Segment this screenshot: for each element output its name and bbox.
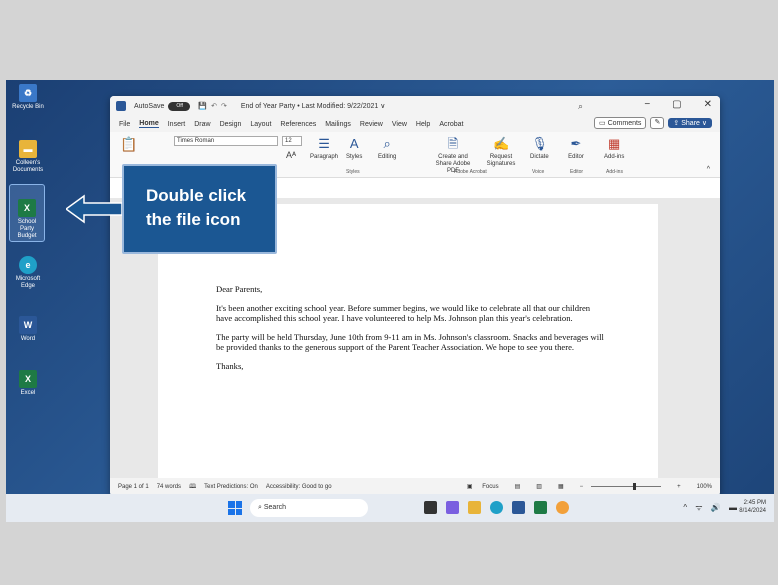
font-name-field[interactable]: Times Roman <box>174 136 278 146</box>
title-bar: AutoSave Off 💾↶↷ End of Year Party • Las… <box>110 96 720 116</box>
collapse-ribbon-icon[interactable]: ^ <box>707 166 710 173</box>
accessibility-status[interactable]: Accessibility: Good to go <box>266 484 332 490</box>
tab-review[interactable]: Review <box>360 121 383 128</box>
desktop: ♻ Recycle Bin ▬ Colleen's Documents X Sc… <box>6 80 774 522</box>
desktop-icon-recycle-bin[interactable]: ♻ Recycle Bin <box>10 84 46 111</box>
desktop-icon-excel[interactable]: X Excel <box>10 370 46 397</box>
desktop-icon-school-party-budget[interactable]: X School Party Budget <box>9 184 45 242</box>
desktop-icon-edge[interactable]: e Microsoft Edge <box>10 256 46 290</box>
quick-access-icons[interactable]: 💾↶↷ <box>198 102 230 110</box>
proofing-icon[interactable]: 🕮 <box>189 482 196 492</box>
search-icon[interactable]: ⌕ <box>578 101 583 112</box>
tab-design[interactable]: Design <box>220 121 242 128</box>
start-button-windows-icon[interactable] <box>228 501 242 515</box>
clock[interactable]: 2:45 PM 8/14/2024 <box>739 499 766 515</box>
close-icon[interactable]: ✕ <box>704 99 712 110</box>
print-layout-icon[interactable]: ▥ <box>536 483 542 490</box>
text-predictions[interactable]: Text Predictions: On <box>204 484 258 490</box>
focus-button[interactable]: ▣ Focus <box>467 483 499 490</box>
addins-button[interactable]: ▦ Add-ins <box>604 136 624 161</box>
desktop-icon-word[interactable]: W Word <box>10 316 46 343</box>
editor-pen-icon: ✒ <box>570 136 582 151</box>
group-label-styles: Styles <box>346 169 360 175</box>
recycle-bin-icon: ♻ <box>19 84 37 102</box>
copilot-icon[interactable] <box>446 501 459 514</box>
callout-arrow-icon <box>66 194 122 224</box>
task-view-icon[interactable] <box>424 501 437 514</box>
paragraph-2: The party will be held Thursday, June 10… <box>216 332 604 352</box>
request-signatures-button[interactable]: ✍ Request Signatures <box>482 136 520 168</box>
zoom-out-icon[interactable]: − <box>580 484 584 490</box>
minimize-icon[interactable]: − <box>644 99 650 110</box>
excel-file-icon: X <box>18 199 36 217</box>
editing-mode-button[interactable]: ✎ <box>650 117 665 129</box>
tab-references[interactable]: References <box>280 121 316 128</box>
word-window: AutoSave Off 💾↶↷ End of Year Party • Las… <box>110 96 720 496</box>
read-mode-icon[interactable]: ▤ <box>515 483 521 490</box>
web-layout-icon[interactable]: ▦ <box>558 483 564 490</box>
tab-acrobat[interactable]: Acrobat <box>439 121 463 128</box>
menu-bar: File Home Insert Draw Design Layout Refe… <box>110 116 720 132</box>
zoom-in-icon[interactable]: + <box>677 484 681 490</box>
paragraph-1: It's been another exciting school year. … <box>216 303 591 323</box>
system-tray[interactable]: ^ ᯤ 🔊 ▬ <box>683 502 740 513</box>
paragraph-button[interactable]: ☰ Paragraph <box>310 136 338 161</box>
font-size-field[interactable]: 12 <box>282 136 302 146</box>
styles-icon: A <box>349 136 359 151</box>
document-title[interactable]: End of Year Party • Last Modified: 9/22/… <box>241 102 386 110</box>
zoom-level[interactable]: 100% <box>697 484 712 490</box>
page-count[interactable]: Page 1 of 1 <box>118 484 149 490</box>
share-button[interactable]: ⇪ Share ∨ <box>668 118 712 128</box>
excel-icon: X <box>19 370 37 388</box>
file-explorer-icon[interactable] <box>468 501 481 514</box>
instruction-callout: Double click the file icon <box>122 164 277 254</box>
zoom-slider[interactable] <box>591 483 662 490</box>
edge-icon[interactable] <box>490 501 503 514</box>
tab-layout[interactable]: Layout <box>250 121 271 128</box>
maximize-icon[interactable]: ▢ <box>672 99 681 110</box>
search-icon: ⌕ <box>383 136 391 151</box>
tab-draw[interactable]: Draw <box>194 121 210 128</box>
taskbar: ⌕ Search ^ ᯤ 🔊 ▬ 2:45 PM 8/14/2024 <box>6 494 774 522</box>
taskbar-apps <box>424 501 569 514</box>
tab-insert[interactable]: Insert <box>168 121 186 128</box>
group-label-editor: Editor <box>570 169 584 175</box>
editing-button[interactable]: ⌕ Editing <box>378 136 396 161</box>
paste-icon[interactable]: 📋 <box>120 136 137 153</box>
autosave-toggle[interactable]: Off <box>168 101 191 111</box>
taskbar-search[interactable]: ⌕ Search <box>250 499 368 517</box>
chrome-icon[interactable] <box>556 501 569 514</box>
dictate-button[interactable]: 🎙 Dictate <box>530 136 549 161</box>
edge-icon: e <box>19 256 37 274</box>
signature-icon: ✍ <box>493 136 510 151</box>
font-grow-icon[interactable]: Aᴬ <box>286 150 296 160</box>
paragraph-icon: ☰ <box>318 136 330 151</box>
tab-home[interactable]: Home <box>139 120 159 128</box>
tab-help[interactable]: Help <box>416 121 430 128</box>
word-taskbar-icon[interactable] <box>512 501 525 514</box>
addins-icon: ▦ <box>608 136 621 151</box>
word-icon: W <box>19 316 37 334</box>
tab-file[interactable]: File <box>119 121 130 128</box>
desktop-icon-documents-folder[interactable]: ▬ Colleen's Documents <box>10 140 46 174</box>
tab-mailings[interactable]: Mailings <box>325 121 351 128</box>
group-label-adobe: Adobe Acrobat <box>454 169 487 175</box>
tutorial-frame: ♻ Recycle Bin ▬ Colleen's Documents X Sc… <box>0 0 778 585</box>
pdf-icon: 🗎 <box>447 136 459 151</box>
autosave-label: AutoSave <box>134 102 165 110</box>
editor-button[interactable]: ✒ Editor <box>568 136 584 161</box>
word-count[interactable]: 74 words <box>157 484 181 490</box>
word-app-icon <box>116 101 126 111</box>
salutation: Dear Parents, <box>216 284 263 294</box>
folder-icon: ▬ <box>19 140 37 158</box>
closing: Thanks, <box>216 361 244 371</box>
tab-view[interactable]: View <box>392 121 407 128</box>
group-label-voice: Voice <box>532 169 545 175</box>
microphone-icon: 🎙 <box>531 136 548 151</box>
excel-taskbar-icon[interactable] <box>534 501 547 514</box>
group-label-addins: Add-ins <box>606 169 623 175</box>
styles-button[interactable]: A Styles <box>346 136 362 161</box>
comments-button[interactable]: ▭ Comments <box>594 117 647 129</box>
